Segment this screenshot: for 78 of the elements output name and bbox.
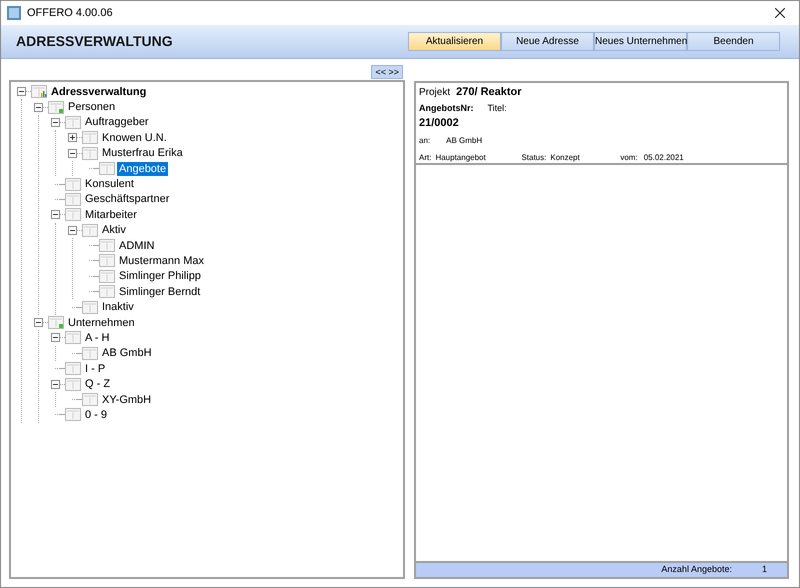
collapse-icon[interactable] (68, 148, 77, 158)
to-label: an: (419, 134, 430, 146)
document-plus-icon (48, 100, 64, 114)
project-value: 270/ Reaktor (456, 85, 522, 100)
type-label: Art: (419, 152, 432, 164)
offer-number-label: AngebotsNr: (419, 102, 474, 115)
toolbar-button[interactable]: Neue Adresse (501, 32, 594, 51)
document-plus-icon (48, 316, 64, 330)
toolbar-button[interactable]: Neues Unternehmen (594, 32, 687, 51)
tree-item[interactable]: Konsulent (83, 177, 136, 192)
collapse-icon[interactable] (34, 102, 43, 112)
document-icon (82, 224, 98, 237)
document-icon (65, 331, 81, 344)
tree-item[interactable]: Adressverwaltung (49, 84, 148, 99)
status-label: Status: (521, 152, 546, 164)
collapse-icon[interactable] (51, 380, 60, 389)
offer-count-label: Anzahl Angebote: (661, 563, 732, 576)
to-value: AB GmbH (446, 134, 482, 146)
tree-item[interactable]: Q - Z (83, 377, 112, 392)
document-icon (65, 378, 81, 391)
offer-number-value: 21/0002 (419, 116, 460, 131)
title-label: Titel: (488, 102, 507, 114)
type-value: Hauptangebot (435, 152, 487, 164)
tree-item[interactable]: ADMIN (117, 238, 156, 253)
offer-count: 1 (762, 563, 767, 576)
document-icon (99, 254, 115, 268)
close-icon[interactable] (775, 8, 785, 18)
document-icon (65, 362, 81, 376)
tree-item[interactable]: Auftraggeber (83, 115, 151, 130)
document-icon (82, 146, 98, 160)
collapse-icon[interactable] (51, 210, 60, 220)
date-label: vom: (620, 152, 638, 164)
document-icon (82, 300, 98, 314)
tree-item[interactable]: Mustermann Max (117, 254, 206, 268)
document-icon (65, 208, 81, 222)
collapse-icon[interactable] (51, 118, 60, 127)
collapse-icon[interactable] (34, 318, 43, 328)
document-icon (99, 285, 115, 298)
expand-icon[interactable] (68, 133, 77, 142)
project-label: Projekt (419, 86, 450, 100)
tree-item[interactable]: Angebote (117, 162, 168, 176)
tree-item[interactable]: Aktiv (100, 223, 128, 238)
document-icon (99, 162, 115, 176)
document-icon (99, 270, 115, 283)
tree-item[interactable]: Unternehmen (66, 316, 137, 330)
collapse-icon[interactable] (51, 333, 60, 342)
collapse-icon[interactable] (68, 226, 77, 235)
tree-item[interactable]: Musterfrau Erika (100, 146, 185, 160)
app-icon (7, 6, 21, 20)
tree-item[interactable]: Simlinger Berndt (117, 284, 202, 299)
document-icon (82, 393, 98, 406)
document-icon (65, 116, 81, 129)
toolbar-button[interactable]: Beenden (687, 32, 780, 51)
tree-item[interactable]: Personen (66, 100, 118, 114)
document-icon (99, 239, 115, 252)
tree-item[interactable]: Geschäftspartner (83, 192, 172, 206)
toolbar-button[interactable]: Aktualisieren (408, 32, 501, 51)
document-icon (65, 178, 81, 191)
document-icon (82, 131, 98, 144)
chart-document-icon (31, 85, 47, 98)
document-icon (65, 408, 81, 422)
tree-item[interactable]: Mitarbeiter (83, 208, 139, 222)
tree-item[interactable]: A - H (83, 330, 112, 345)
collapse-icon[interactable] (17, 87, 26, 96)
tree-item[interactable]: XY-GmbH (100, 392, 154, 406)
tree-item[interactable]: I - P (83, 362, 108, 376)
window-title: OFFERO 4.00.06 (27, 6, 113, 21)
date-value: 05.02.2021 (644, 152, 684, 164)
tree-item[interactable]: 0 - 9 (83, 408, 110, 422)
tree-item[interactable]: Inaktiv (100, 300, 136, 314)
status-value: Konzept (550, 152, 581, 164)
toggle-panel-button[interactable]: << >> (371, 65, 403, 79)
tree-item[interactable]: Knowen U.N. (100, 130, 169, 145)
tree-item[interactable]: Simlinger Philipp (117, 269, 203, 284)
document-icon (65, 192, 81, 206)
page-title: ADRESSVERWALTUNG (16, 32, 173, 51)
tree-item[interactable]: AB GmbH (100, 346, 154, 360)
document-icon (82, 346, 98, 360)
